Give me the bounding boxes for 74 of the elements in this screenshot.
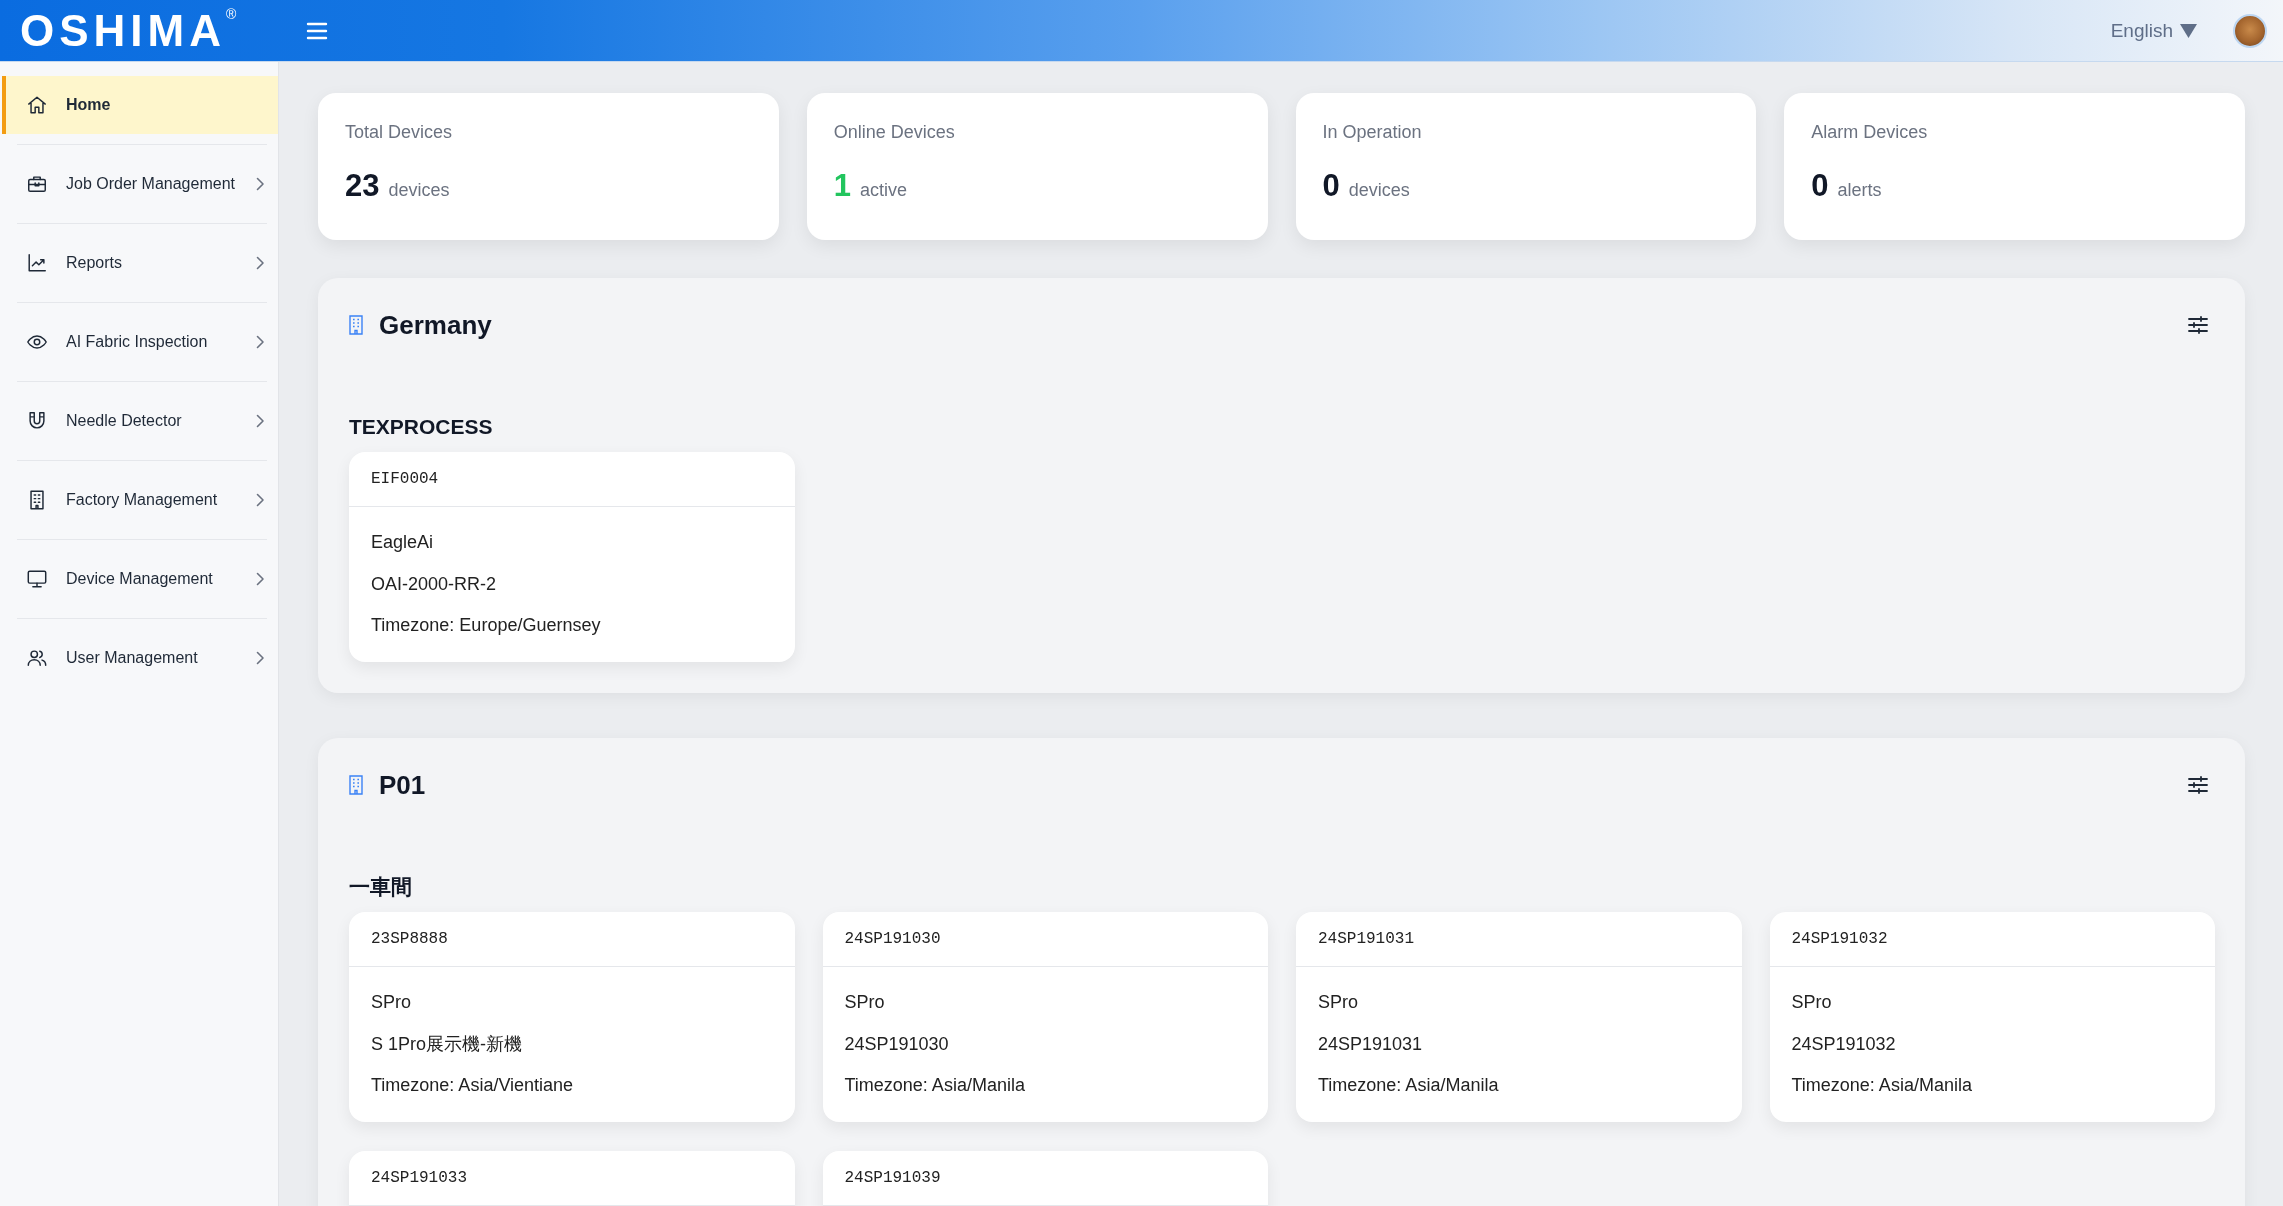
device-detail: EagleAi [371, 531, 435, 553]
device-detail: OAI-2000-RR-2 [371, 572, 498, 595]
stat-value: 0 [1811, 168, 1829, 204]
chevron-right-icon [254, 414, 266, 428]
device-detail: 24SP191032 [1791, 1032, 1897, 1055]
monitor-icon [26, 568, 48, 590]
chevron-right-icon [254, 177, 266, 191]
device-card[interactable]: 24SP191030 SPro 24SP191030 Timezone: Asia/Manila [822, 912, 1268, 1122]
device-id: 23SP8888 [371, 930, 448, 948]
device-detail: Timezone: Asia/Vientiane [371, 1074, 575, 1096]
site-title: P01 [379, 769, 426, 801]
device-detail: SPro [1791, 991, 1833, 1013]
line-chart-icon [26, 252, 48, 274]
device-detail: SPro [1318, 991, 1360, 1013]
chevron-right-icon [254, 335, 266, 349]
device-id: 24SP191033 [371, 1169, 467, 1187]
device-card[interactable]: 24SP191032 SPro 24SP191032 Timezone: Asia/Manila [1769, 912, 2215, 1122]
group-title: 一車間 [349, 874, 413, 900]
stat-label: Total Devices [345, 121, 454, 144]
menu-icon[interactable] [306, 21, 329, 40]
device-id: 24SP191031 [1318, 930, 1414, 948]
nav-item[interactable]: Device Management [2, 550, 278, 608]
sliders-icon[interactable] [2188, 316, 2208, 334]
home-icon [26, 94, 48, 116]
nav-item[interactable]: User Management [2, 629, 278, 687]
device-id: EIF0004 [371, 470, 439, 488]
device-id: 24SP191030 [844, 930, 941, 948]
device-detail: SPro [371, 991, 413, 1013]
stat-label: Online Devices [833, 121, 956, 144]
site-title: Germany [379, 309, 492, 341]
chevron-right-icon [254, 256, 266, 270]
stat-label: In Operation [1322, 121, 1423, 144]
device-detail: Timezone: Asia/Manila [1318, 1074, 1500, 1096]
stat-value: 0 [1322, 168, 1340, 204]
stat-value: 23 [345, 168, 380, 204]
nav-item[interactable]: AI Fabric Inspection [2, 313, 278, 371]
logo: OSHIMA$^{®}$ [20, 8, 237, 53]
device-card[interactable]: 23SP8888 SPro S 1Pro展示機-新機 Timezone: Asia/Vientiane [349, 912, 795, 1122]
users-icon [26, 647, 48, 669]
building-icon [349, 775, 363, 795]
device-card[interactable]: 24SP191031 SPro 24SP191031 Timezone: Asia/Manila [1296, 912, 1742, 1122]
stat-unit: devices [1348, 180, 1410, 201]
device-detail: Timezone: Asia/Manila [1791, 1074, 1973, 1096]
nav-item[interactable]: Needle Detector [2, 392, 278, 450]
device-detail: 24SP191030 [844, 1032, 950, 1055]
stat-unit: devices [388, 180, 450, 201]
nav-item[interactable]: Job Order Management [2, 155, 278, 213]
sliders-icon[interactable] [2188, 776, 2208, 794]
device-detail: Timezone: Europe/Guernsey [371, 614, 602, 636]
stat-value: 1 [833, 168, 851, 204]
stat-unit: active [860, 180, 908, 201]
chevron-right-icon [254, 493, 266, 507]
device-card[interactable]: 24SP191033 [349, 1151, 795, 1206]
device-detail: Timezone: Asia/Manila [844, 1074, 1026, 1096]
device-detail: 24SP191031 [1318, 1032, 1424, 1055]
nav-item[interactable]: Reports [2, 234, 278, 292]
language-selector[interactable]: English [2110, 17, 2197, 44]
group-title: TEXPROCESS [349, 414, 494, 440]
chevron-right-icon [254, 572, 266, 586]
building-icon [349, 315, 363, 335]
briefcase-icon [26, 173, 48, 195]
stat-unit: alerts [1837, 180, 1882, 201]
nav-item[interactable]: Factory Management [2, 471, 278, 529]
chevron-right-icon [254, 651, 266, 665]
device-id: 24SP191039 [844, 1169, 941, 1187]
nav-item[interactable]: Home [2, 76, 278, 134]
device-card[interactable]: EIF0004 EagleAi OAI-2000-RR-2 Timezone: Europe/Guernsey [349, 452, 795, 662]
user-avatar[interactable] [2233, 13, 2267, 48]
stat-label: Alarm Devices [1811, 121, 1929, 144]
device-detail: SPro [844, 991, 886, 1013]
caret-icon [2180, 23, 2197, 38]
device-id: 24SP191032 [1791, 930, 1888, 948]
device-card[interactable]: 24SP191039 [822, 1151, 1268, 1206]
device-detail: S 1Pro展示機-新機 [371, 1032, 524, 1055]
